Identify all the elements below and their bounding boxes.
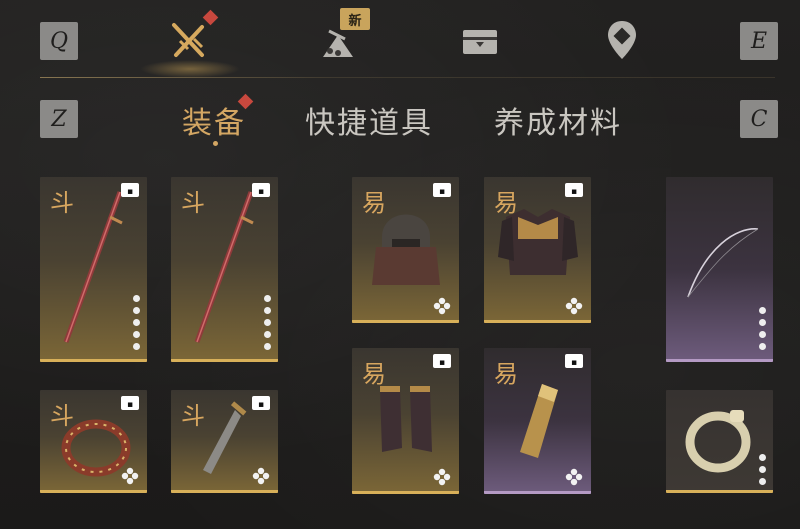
subtab-equipment[interactable]: 装备 <box>182 98 246 142</box>
item-type-glyph: 易 <box>362 360 386 388</box>
level-tag: ▪ <box>565 183 583 197</box>
e-key-hint[interactable]: E <box>740 22 778 60</box>
level-tag: ▪ <box>121 183 139 197</box>
set-flower-icon <box>433 297 451 315</box>
item-card-sword-2[interactable]: 斗 ▪ <box>171 177 278 362</box>
item-type-glyph: 斗 <box>181 189 205 217</box>
upgrade-dots <box>264 295 271 350</box>
item-type-glyph: 易 <box>494 360 518 388</box>
item-card-boots[interactable]: 易 ▪ <box>352 348 459 494</box>
item-type-glyph: 斗 <box>181 402 205 430</box>
subtab-quick-items[interactable]: 快捷道具 <box>305 98 433 142</box>
top-divider <box>40 77 775 78</box>
item-card-bow[interactable] <box>666 177 773 362</box>
set-flower-icon <box>252 467 270 485</box>
location-pin-icon <box>608 21 636 59</box>
item-card-sword-1[interactable]: 斗 ▪ <box>40 177 147 362</box>
active-subtab-indicator <box>213 141 218 146</box>
level-tag: ▪ <box>121 396 139 410</box>
ring-icon <box>685 410 751 473</box>
tab-location[interactable] <box>594 14 650 66</box>
upgrade-dots <box>759 307 766 350</box>
tab-chest[interactable] <box>452 14 508 66</box>
set-flower-icon <box>121 467 139 485</box>
upgrade-dots <box>759 454 766 485</box>
chest-icon <box>463 30 497 54</box>
item-card-bracelet[interactable]: 斗 ▪ <box>40 390 147 493</box>
upgrade-dots <box>133 295 140 350</box>
z-key-hint[interactable]: Z <box>40 100 78 138</box>
level-tag: ▪ <box>433 354 451 368</box>
c-key-hint[interactable]: C <box>740 100 778 138</box>
new-badge: 新 <box>340 8 370 30</box>
level-tag: ▪ <box>252 396 270 410</box>
level-tag: ▪ <box>433 183 451 197</box>
item-type-glyph: 斗 <box>50 402 74 430</box>
subtab-materials[interactable]: 养成材料 <box>494 98 622 142</box>
item-card-helmet[interactable]: 易 ▪ <box>352 177 459 323</box>
set-flower-icon <box>565 297 583 315</box>
item-card-dagger[interactable]: 斗 ▪ <box>171 390 278 493</box>
item-type-glyph: 斗 <box>50 189 74 217</box>
item-type-glyph: 易 <box>494 189 518 217</box>
crossed-swords-icon <box>172 23 204 57</box>
q-key-hint[interactable]: Q <box>40 22 78 60</box>
level-tag: ▪ <box>252 183 270 197</box>
bow-icon <box>687 228 759 298</box>
set-flower-icon <box>433 468 451 486</box>
item-card-gauntlet[interactable]: 易 ▪ <box>484 348 591 494</box>
level-tag: ▪ <box>565 354 583 368</box>
item-card-ring[interactable] <box>666 390 773 493</box>
item-type-glyph: 易 <box>362 189 386 217</box>
set-flower-icon <box>565 468 583 486</box>
item-card-chest-armor[interactable]: 易 ▪ <box>484 177 591 323</box>
